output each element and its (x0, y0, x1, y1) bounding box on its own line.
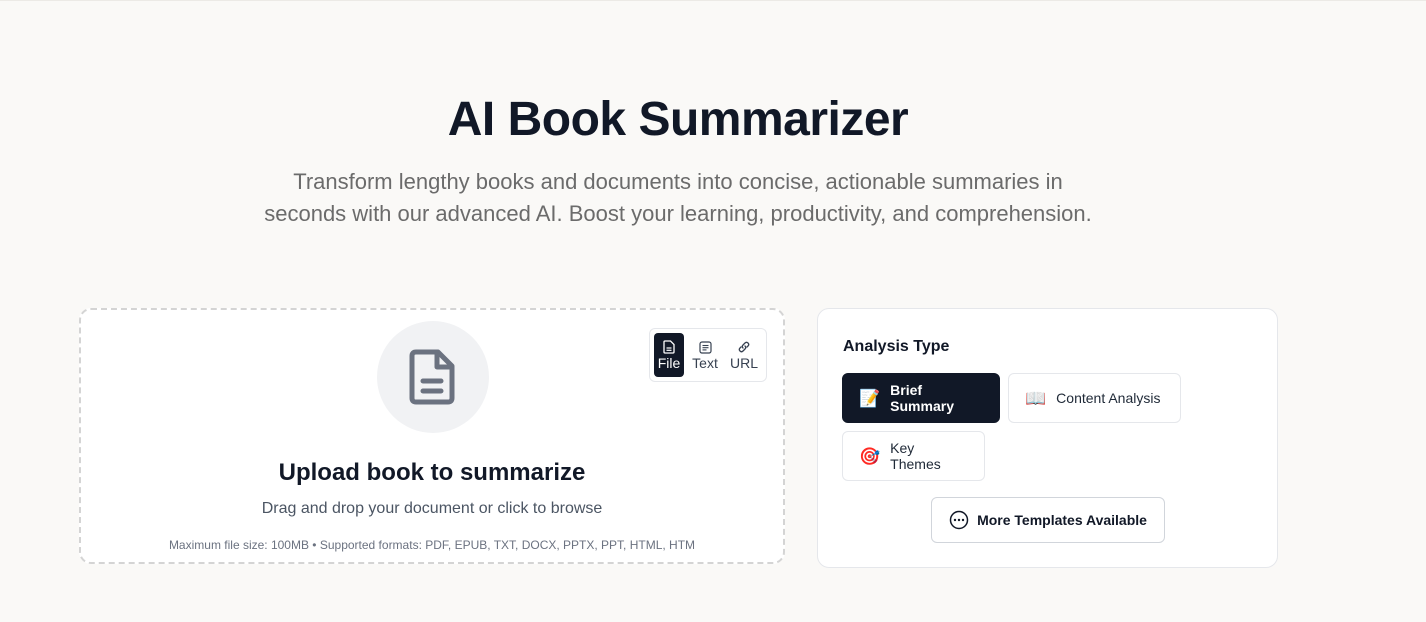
analysis-type-card: Analysis Type 📝 Brief Summary 📖 Content … (817, 308, 1278, 568)
page-subtitle: Transform lengthy books and documents in… (264, 169, 1092, 226)
input-mode-switch: File Text URL (649, 328, 767, 382)
mode-text-button[interactable]: Text (686, 333, 724, 377)
mode-text-label: Text (692, 354, 718, 371)
target-icon: 🎯 (859, 446, 881, 466)
analysis-option-label: Brief Summary (890, 382, 954, 414)
analysis-option-label: Content Analysis (1056, 390, 1161, 406)
upload-dropzone[interactable]: File Text URL Upload book to summarize D… (79, 308, 785, 564)
mode-url-button[interactable]: URL (726, 333, 762, 377)
text-icon (698, 340, 712, 354)
mode-file-label: File (657, 355, 681, 371)
analysis-option-content-analysis[interactable]: 📖 Content Analysis (1008, 373, 1181, 423)
document-icon (409, 349, 455, 405)
more-dots-icon (949, 510, 969, 530)
analysis-option-key-themes[interactable]: 🎯 Key Themes (842, 431, 985, 481)
more-templates-button[interactable]: More Templates Available (931, 497, 1165, 543)
upload-description: Drag and drop your document or click to … (261, 500, 603, 517)
open-book-icon: 📖 (1025, 388, 1047, 408)
memo-icon: 📝 (859, 388, 881, 408)
top-divider (0, 0, 1426, 1)
link-icon (738, 341, 750, 353)
file-icon (663, 340, 675, 354)
page-title: AI Book Summarizer (447, 93, 909, 146)
analysis-option-brief-summary[interactable]: 📝 Brief Summary (842, 373, 1000, 423)
mode-file-button[interactable]: File (654, 333, 684, 377)
analysis-type-title: Analysis Type (843, 338, 950, 355)
upload-icon-circle (377, 321, 489, 433)
more-templates-label: More Templates Available (977, 512, 1147, 528)
analysis-option-label: Key Themes (890, 440, 941, 472)
upload-title: Upload book to summarize (278, 459, 586, 486)
mode-url-label: URL (729, 355, 758, 371)
upload-file-requirements: Maximum file size: 100MB • Supported for… (168, 538, 696, 552)
